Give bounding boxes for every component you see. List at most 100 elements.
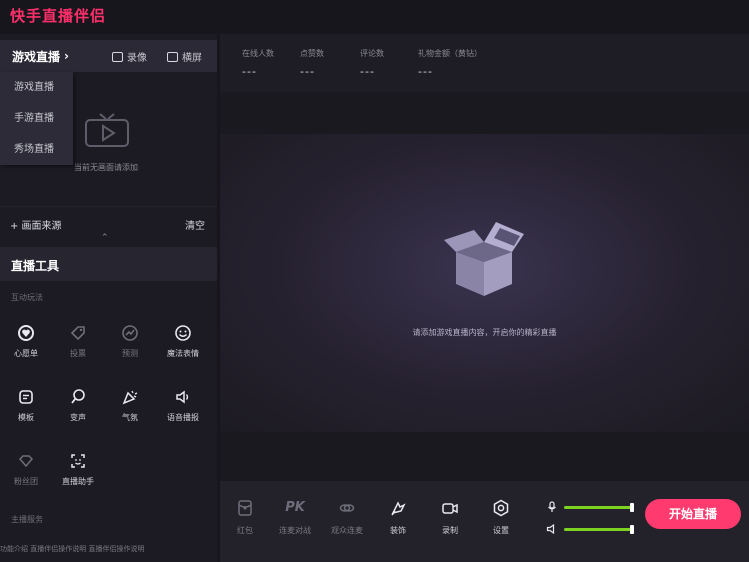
stat-value: ---: [242, 65, 257, 78]
fan-club-icon: [18, 455, 34, 468]
live-preview[interactable]: 请添加游戏直播内容，开启你的精彩直播: [220, 134, 749, 432]
stat-online: 在线人数 ---: [242, 48, 274, 78]
left-panel: 游戏直播 › 录像 横屏 当前无画面请添加 游戏直播 手游直播 秀场直播 + 画…: [0, 34, 217, 562]
link-icon: [339, 504, 355, 512]
mic-volume-knob[interactable]: [630, 502, 634, 512]
add-source-button[interactable]: + 画面来源: [10, 217, 62, 232]
control-label: 连麦对战: [279, 526, 311, 535]
stat-label: 在线人数: [242, 49, 274, 58]
tool-label: 变声: [70, 413, 86, 422]
speaker-volume-knob[interactable]: [630, 524, 634, 534]
smiley-icon: [175, 325, 191, 341]
anchor-section-label: 主播服务: [11, 515, 43, 524]
tool-voice-broadcast[interactable]: 语音播报: [158, 388, 208, 423]
record-label: 录像: [127, 53, 147, 64]
record-button[interactable]: 录像: [112, 49, 147, 64]
tool-magic-emoji[interactable]: 魔法表情: [158, 324, 208, 359]
red-packet-icon: [238, 500, 252, 516]
tool-label: 直播助手: [62, 477, 94, 486]
pk-icon: PK: [285, 500, 305, 515]
control-label: 设置: [493, 526, 509, 535]
bottom-links[interactable]: 功能介绍 直播伴侣操作说明 直播伴侣操作说明: [0, 544, 217, 554]
tool-wishlist[interactable]: 心愿单: [1, 324, 51, 359]
scene-dropdown: 游戏直播 手游直播 秀场直播: [0, 72, 73, 165]
chevron-right-icon: ›: [64, 49, 69, 63]
interactive-section-label: 互动玩法: [11, 293, 43, 302]
tool-label: 气氛: [122, 413, 138, 422]
tools-header: 直播工具: [0, 247, 217, 281]
stat-label: 点赞数: [300, 49, 324, 58]
record-icon: [112, 51, 123, 62]
speaker-volume-icon[interactable]: [546, 523, 558, 535]
preview-hint: 请添加游戏直播内容，开启你的精彩直播: [412, 328, 557, 337]
stat-value: ---: [418, 65, 433, 78]
stat-label: 评论数: [360, 49, 384, 58]
tool-label: 投票: [70, 349, 86, 358]
stat-value: ---: [300, 65, 315, 78]
decorate-button[interactable]: 装饰: [376, 499, 420, 536]
red-packet-button[interactable]: 红包: [223, 499, 267, 536]
tool-live-assistant[interactable]: 直播助手: [53, 452, 103, 487]
control-bar: 红包 PK 连麦对战 观众连麦 装饰 录制 设置 开始直播: [220, 481, 749, 562]
tool-fan-club[interactable]: 粉丝团: [1, 452, 51, 487]
camera-icon: [442, 503, 458, 514]
voice-change-icon: [71, 389, 85, 404]
microphone-icon[interactable]: [546, 501, 558, 513]
collapse-caret-icon[interactable]: ⌃: [101, 233, 109, 243]
start-live-button[interactable]: 开始直播: [645, 499, 741, 529]
control-label: 观众连麦: [331, 526, 363, 535]
settings-button[interactable]: 设置: [479, 499, 523, 536]
stats-bar: 在线人数 --- 点赞数 --- 评论数 --- 礼物金额（黄钻） ---: [220, 34, 749, 92]
mic-volume-slider[interactable]: [564, 502, 634, 512]
tool-label: 心愿单: [14, 349, 38, 358]
audience-link-button[interactable]: 观众连麦: [325, 499, 369, 536]
scene-selector-label: 游戏直播: [12, 49, 61, 64]
landscape-button[interactable]: 横屏: [167, 49, 202, 64]
dropdown-item-show[interactable]: 秀场直播: [0, 134, 73, 165]
tool-label: 魔法表情: [167, 349, 199, 358]
tool-label: 语音播报: [167, 413, 199, 422]
mic-volume-row: [546, 500, 634, 514]
stat-value: ---: [360, 65, 375, 78]
speaker-volume-fill: [564, 527, 634, 531]
tools-title: 直播工具: [11, 259, 60, 273]
tool-atmosphere[interactable]: 气氛: [105, 388, 155, 423]
landscape-icon: [167, 51, 178, 62]
speaker-icon: [176, 390, 189, 404]
speaker-volume-slider[interactable]: [564, 524, 634, 534]
app-title: 快手直播伴侣: [10, 7, 107, 25]
party-icon: [122, 390, 138, 405]
empty-box-icon: [444, 222, 524, 296]
tool-voice-change[interactable]: 变声: [53, 388, 103, 423]
template-icon: [19, 390, 33, 404]
stat-gifts: 礼物金额（黄钻） ---: [418, 48, 482, 78]
tool-predict[interactable]: 预测: [105, 324, 155, 359]
control-label: 录制: [442, 526, 458, 535]
tool-label: 粉丝团: [14, 477, 38, 486]
tool-template[interactable]: 模板: [1, 388, 51, 423]
control-label: 红包: [237, 526, 253, 535]
empty-source-hint: 当前无画面请添加: [74, 163, 138, 172]
pk-button[interactable]: PK 连麦对战: [273, 499, 317, 536]
scene-header: 游戏直播 › 录像 横屏: [0, 40, 217, 72]
control-label: 装饰: [390, 526, 406, 535]
title-bar: 快手直播伴侣: [0, 0, 749, 34]
main-panel: 在线人数 --- 点赞数 --- 评论数 --- 礼物金额（黄钻） --- 请添…: [220, 34, 749, 562]
settings-icon: [493, 499, 509, 517]
record-video-button[interactable]: 录制: [428, 499, 472, 536]
stat-likes: 点赞数 ---: [300, 48, 324, 78]
tool-vote[interactable]: 投票: [53, 324, 103, 359]
assistant-icon: [71, 454, 85, 468]
tool-label: 预测: [122, 349, 138, 358]
dropdown-item-game[interactable]: 游戏直播: [0, 72, 73, 103]
landscape-label: 横屏: [182, 53, 202, 64]
speaker-volume-row: [546, 522, 634, 536]
scene-selector[interactable]: 游戏直播 ›: [12, 48, 69, 65]
stat-label: 礼物金额（黄钻）: [418, 49, 482, 58]
mic-volume-fill: [564, 505, 634, 509]
dropdown-item-mobile-game[interactable]: 手游直播: [0, 103, 73, 134]
decorate-icon: [391, 501, 406, 516]
clear-button[interactable]: 清空: [185, 217, 205, 232]
heart-badge-icon: [18, 325, 34, 341]
tag-icon: [70, 326, 85, 341]
